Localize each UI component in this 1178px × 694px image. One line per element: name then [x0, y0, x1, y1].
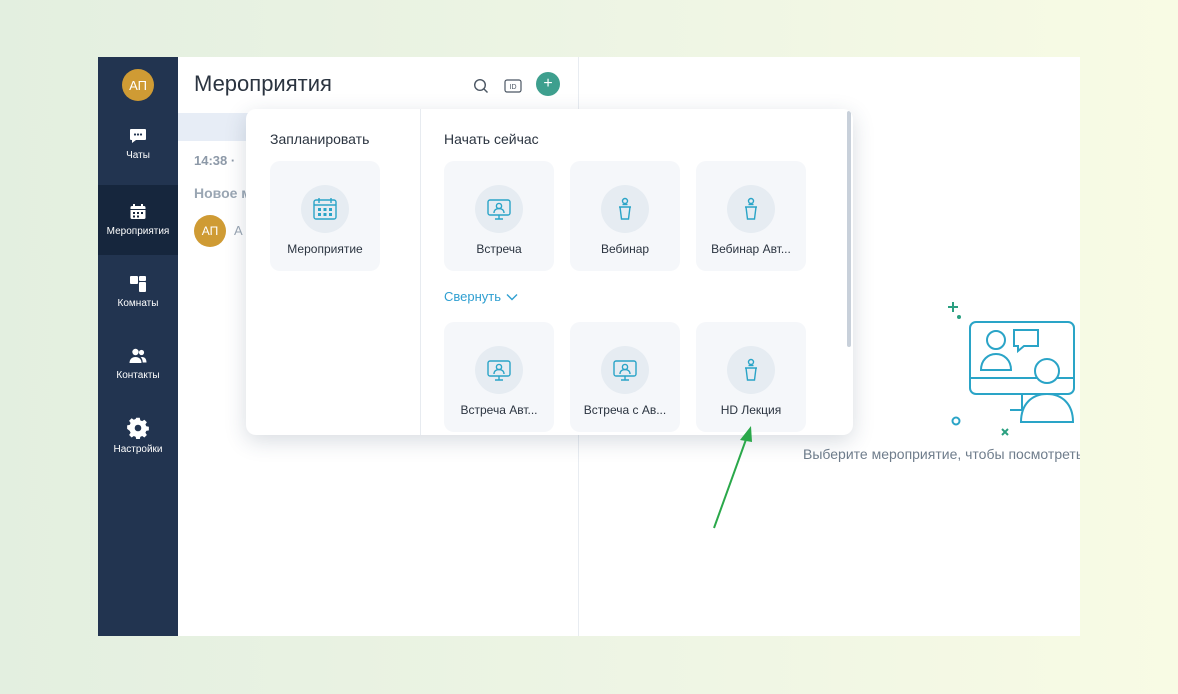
chevron-down-icon: [506, 293, 518, 300]
monitor-person-icon: [613, 360, 637, 381]
user-avatar[interactable]: АП: [122, 69, 154, 101]
sidebar-item-label: Контакты: [116, 370, 160, 381]
card-label: Встреча с Ав...: [583, 403, 667, 417]
empty-state-illustration: [948, 290, 1080, 445]
start-hd-lecture-card[interactable]: HD Лекция: [696, 322, 806, 432]
rooms-icon: [130, 276, 146, 292]
add-event-button[interactable]: +: [536, 72, 560, 96]
start-webinar-card[interactable]: Вебинар: [570, 161, 680, 271]
collapse-label: Свернуть: [444, 289, 502, 304]
calendar-icon: [313, 198, 337, 220]
sidebar-item-rooms[interactable]: Комнаты: [98, 257, 178, 327]
avatar: АП: [194, 215, 226, 247]
event-title[interactable]: Новое м: [194, 185, 252, 201]
search-button[interactable]: [470, 75, 492, 97]
card-label: Мероприятие: [287, 242, 363, 256]
card-icon-circle: [601, 346, 649, 394]
sidebar-item-settings[interactable]: Настройки: [98, 401, 178, 471]
collapse-link[interactable]: Свернуть: [444, 289, 518, 304]
schedule-event-card[interactable]: Мероприятие: [270, 161, 380, 271]
new-event-popup: Запланировать Мероприятие Начать сейчас …: [246, 109, 853, 435]
podium-icon: [745, 197, 757, 220]
annotation-arrow: [713, 426, 752, 529]
card-label: Вебинар: [600, 242, 650, 256]
event-organizer: А: [234, 223, 243, 238]
card-icon-circle: [727, 346, 775, 394]
sidebar-item-label: Комнаты: [117, 298, 159, 309]
id-icon: ID: [504, 79, 522, 93]
page-title: Мероприятия: [194, 71, 332, 96]
card-icon-circle: [727, 185, 775, 233]
chat-icon: [130, 129, 146, 143]
sidebar-item-contacts[interactable]: Контакты: [98, 329, 178, 399]
join-by-id-button[interactable]: ID: [502, 75, 524, 97]
monitor-person-icon: [487, 360, 511, 381]
start-webinar-auto-card[interactable]: Вебинар Авт...: [696, 161, 806, 271]
card-icon-circle: [601, 185, 649, 233]
card-label: Встреча Авт...: [460, 403, 538, 417]
svg-text:ID: ID: [510, 84, 517, 91]
sidebar-item-label: Настройки: [113, 444, 163, 455]
popup-scrollbar[interactable]: [845, 109, 853, 435]
search-icon: [473, 78, 488, 93]
podium-icon: [745, 358, 757, 381]
schedule-section-title: Запланировать: [270, 131, 370, 147]
card-icon-circle: [475, 185, 523, 233]
plus-icon: +: [543, 75, 553, 92]
empty-state-text: Выберите мероприятие, чтобы посмотреть: [803, 446, 1080, 462]
card-icon-circle: [301, 185, 349, 233]
divider: [420, 109, 421, 435]
calendar-icon: [130, 204, 146, 219]
sidebar-item-chats[interactable]: Чаты: [98, 109, 178, 179]
podium-icon: [619, 197, 631, 220]
start-meeting-card[interactable]: Встреча: [444, 161, 554, 271]
sidebar-item-label: Мероприятия: [106, 226, 170, 237]
event-time: 14:38 ·: [194, 153, 236, 168]
start-meeting-with-card[interactable]: Встреча с Ав...: [570, 322, 680, 432]
start-now-section-title: Начать сейчас: [444, 131, 539, 147]
contacts-icon: [129, 348, 147, 363]
sidebar-item-label: Чаты: [126, 150, 150, 161]
card-label: HD Лекция: [720, 403, 782, 417]
card-label: Встреча: [476, 242, 522, 256]
gear-icon: [127, 417, 149, 439]
card-icon-circle: [475, 346, 523, 394]
start-meeting-auto-card[interactable]: Встреча Авт...: [444, 322, 554, 432]
scrollbar-thumb[interactable]: [847, 111, 851, 347]
monitor-person-icon: [487, 199, 511, 220]
card-label: Вебинар Авт...: [711, 242, 791, 256]
sidebar: АП Чаты Мероприятия Комнаты Контакты Нас…: [98, 57, 178, 636]
sidebar-item-events[interactable]: Мероприятия: [98, 185, 178, 255]
